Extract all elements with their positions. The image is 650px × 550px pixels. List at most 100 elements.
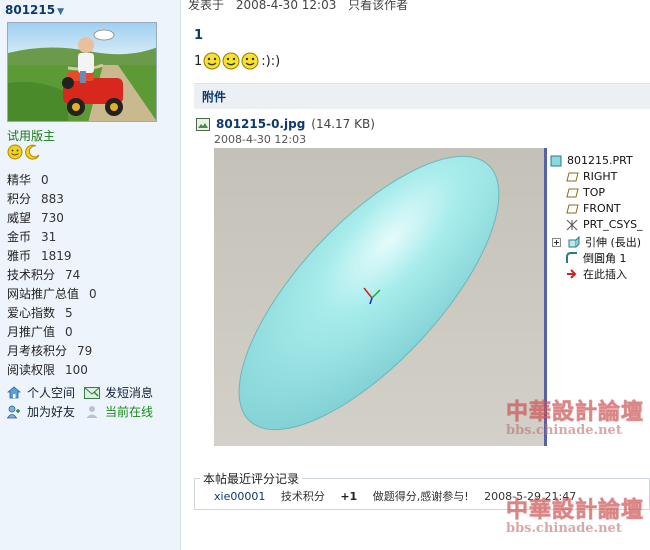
moon-icon	[25, 144, 40, 160]
post-meta: 发表于 2008-4-30 12:03 只看该作者	[188, 0, 408, 13]
csys-tree-icon	[565, 219, 579, 231]
send-message-link[interactable]: 发短消息	[84, 384, 153, 401]
rating-amount: +1	[340, 490, 358, 503]
tree-item-label: 引伸 (長出)	[585, 236, 642, 249]
add-friend-link[interactable]: 加为好友	[6, 403, 75, 420]
tree-item-round[interactable]: 倒圓角 1	[565, 250, 627, 266]
smile-icon	[203, 52, 221, 70]
datum-plane-icon	[565, 203, 579, 215]
tree-item-right-plane[interactable]: RIGHT	[565, 170, 617, 183]
image-file-icon	[196, 117, 210, 131]
post-content: 发表于 2008-4-30 12:03 只看该作者 1 1 :):) 附件 80…	[182, 0, 650, 550]
expand-plus-icon[interactable]	[549, 236, 563, 248]
tree-item-label: 倒圓角 1	[583, 252, 627, 265]
post-text-suffix: :):)	[261, 53, 281, 69]
stat-label: 积分	[7, 192, 32, 206]
send-message-label[interactable]: 发短消息	[105, 384, 153, 401]
post-body: 1 :):)	[194, 52, 280, 70]
stat-value: 74	[65, 268, 81, 282]
tree-item-label: PRT_CSYS_	[583, 218, 643, 231]
tree-item-label: TOP	[583, 186, 606, 199]
stat-label: 网站推广总值	[7, 287, 80, 301]
post-title: 1	[194, 28, 204, 43]
tree-item-extrude[interactable]: 引伸 (長出)	[549, 234, 641, 250]
stat-label: 月推广值	[7, 325, 56, 339]
stat-row: 技术积分 74	[7, 266, 97, 285]
tree-item-insert-here[interactable]: 在此插入	[565, 266, 627, 282]
author-only-link[interactable]: 只看该作者	[348, 0, 408, 12]
message-icon	[84, 386, 100, 400]
stat-row: 金币 31	[7, 228, 97, 247]
watermark: 中華設計論壇 bbs.chinade.net	[505, 492, 645, 537]
avatar-image	[8, 23, 156, 121]
user-online-icon	[84, 405, 100, 419]
tree-item-label: RIGHT	[583, 170, 618, 183]
tree-item-label: 在此插入	[583, 268, 627, 281]
stat-value: 100	[65, 363, 88, 377]
attachment-file[interactable]: 801215-0.jpg (14.17 KB)	[196, 117, 375, 131]
tree-item-front-plane[interactable]: FRONT	[565, 202, 621, 215]
stat-value: 883	[41, 192, 64, 206]
username[interactable]: 801215 ▼	[5, 3, 64, 17]
watermark-title: 中華設計論壇	[505, 497, 645, 524]
part-icon	[549, 155, 563, 167]
add-friend-icon	[6, 405, 22, 419]
stat-value: 79	[77, 344, 93, 358]
rating-reason: 做题得分,感谢参与!	[372, 490, 469, 503]
stat-value: 0	[41, 173, 49, 187]
post-text: 1	[194, 53, 203, 69]
posted-date: 2008-4-30 12:03	[235, 0, 337, 12]
home-icon	[6, 386, 22, 400]
stat-value: 5	[65, 306, 73, 320]
username-link[interactable]: 801215	[5, 3, 55, 17]
tree-item-csys[interactable]: PRT_CSYS_	[565, 218, 643, 231]
datum-plane-icon	[565, 187, 579, 199]
stat-value: 0	[89, 287, 97, 301]
stat-label: 金币	[7, 230, 32, 244]
stat-row: 阅读权限 100	[7, 361, 97, 380]
stat-value: 0	[65, 325, 73, 339]
stat-label: 雅币	[7, 249, 32, 263]
stat-row: 积分 883	[7, 190, 97, 209]
forum-post: 801215 ▼ 试用版主 精华 0 积分 883 威望 730 金币 31 雅…	[0, 0, 650, 550]
attachment-header: 附件	[194, 83, 650, 109]
tree-item-label: 801215.PRT	[567, 154, 633, 167]
personal-space-link[interactable]: 个人空间	[6, 384, 75, 401]
stat-row: 月推广值 0	[7, 323, 97, 342]
stat-label: 月考核积分	[7, 344, 68, 358]
attachment-date: 2008-4-30 12:03	[214, 133, 307, 146]
stat-label: 威望	[7, 211, 32, 225]
attachment-size: (14.17 KB)	[311, 117, 375, 131]
stat-row: 威望 730	[7, 209, 97, 228]
smile-icon	[241, 52, 259, 70]
stat-label: 阅读权限	[7, 363, 56, 377]
add-friend-label[interactable]: 加为好友	[27, 403, 75, 420]
posted-label: 发表于	[188, 0, 225, 12]
datum-plane-icon	[565, 171, 579, 183]
extrude-icon	[567, 236, 581, 248]
chevron-down-icon[interactable]: ▼	[57, 7, 64, 17]
sun-icon	[7, 144, 23, 160]
tree-item-label: FRONT	[583, 202, 621, 215]
user-stats: 精华 0 积分 883 威望 730 金币 31 雅币 1819 技术积分 74 网站推广总…	[7, 171, 97, 380]
stat-row: 雅币 1819	[7, 247, 97, 266]
stat-value: 1819	[41, 249, 72, 263]
stat-label: 技术积分	[7, 268, 56, 282]
tree-item-top-plane[interactable]: TOP	[565, 186, 605, 199]
watermark: 中華設計論壇 bbs.chinade.net	[505, 394, 644, 439]
stat-row: 爱心指数 5	[7, 304, 97, 323]
user-group: 试用版主	[7, 129, 56, 143]
stat-value: 31	[41, 230, 57, 244]
tree-item-part[interactable]: 801215.PRT	[549, 154, 633, 167]
stat-label: 爱心指数	[7, 306, 56, 320]
personal-space-label[interactable]: 个人空间	[27, 384, 75, 401]
rating-type: 技术积分	[280, 490, 325, 503]
rating-user[interactable]: xie00001	[214, 490, 265, 503]
avatar[interactable]	[7, 22, 157, 122]
rank-icons	[7, 144, 41, 160]
attachment-filename[interactable]: 801215-0.jpg	[216, 117, 305, 131]
smile-icon	[222, 52, 240, 70]
stat-row: 月考核积分 79	[7, 342, 97, 361]
stat-row: 精华 0	[7, 171, 97, 190]
rating-legend: 本帖最近评分记录	[200, 470, 303, 487]
